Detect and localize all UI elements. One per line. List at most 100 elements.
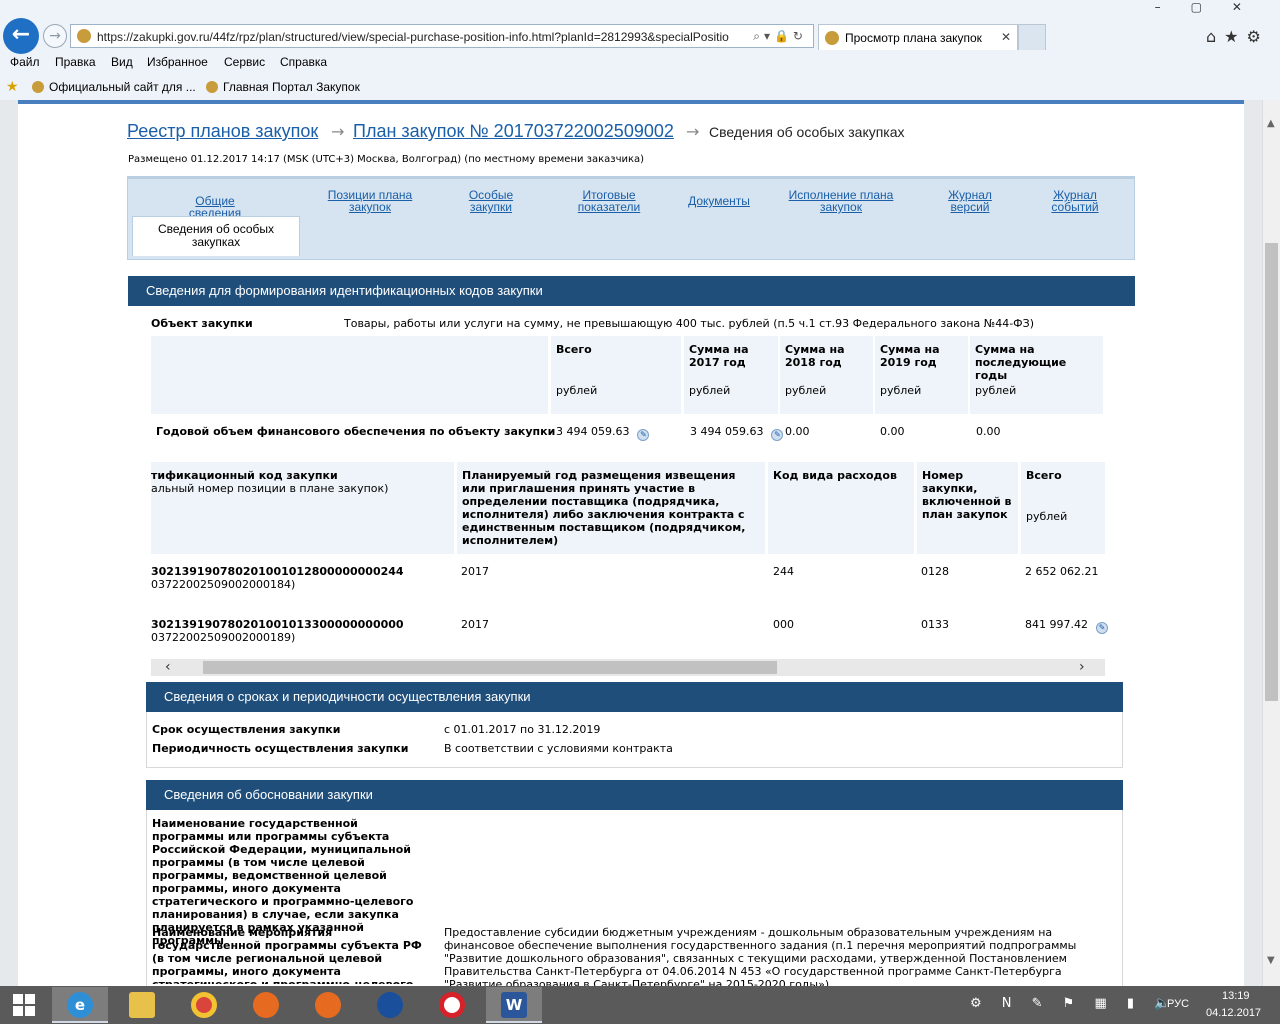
- taskbar-word[interactable]: W: [486, 987, 542, 1023]
- opera-icon: [439, 992, 465, 1018]
- scroll-up-icon[interactable]: ▲: [1267, 118, 1275, 129]
- window-controls[interactable]: –▢✕: [1155, 0, 1272, 14]
- taskbar: e W ⚙ N ✎ ⚑ ▦ ▮ 🔈 РУС 13:19 04.12.2017: [0, 986, 1280, 1024]
- search-lock-refresh-icons[interactable]: ⌕▾🔒↻: [753, 29, 807, 44]
- tab-close-icon[interactable]: ✕: [1001, 30, 1011, 44]
- tab-title: Просмотр плана закупок: [845, 31, 982, 45]
- tabs-panel: Общие сведения Позиции плана закупок Осо…: [127, 176, 1135, 260]
- tab-execution[interactable]: Исполнение плана закупок: [785, 189, 897, 213]
- section-header-terms[interactable]: Сведения о сроках и периодичности осущес…: [146, 682, 1123, 712]
- address-bar[interactable]: https://zakupki.gov.ru/44fz/rpz/plan/str…: [70, 24, 814, 48]
- scroll-right-icon[interactable]: ›: [1079, 659, 1085, 675]
- system-tray-icons[interactable]: ⚙ N ✎ ⚑ ▦ ▮ 🔈: [970, 996, 1178, 1011]
- clock-date[interactable]: 04.12.2017: [1206, 1007, 1261, 1019]
- back-button[interactable]: ←: [3, 18, 39, 54]
- menu-view[interactable]: Вид: [111, 55, 133, 69]
- period-value: В соответствии с условиями контракта: [444, 742, 673, 755]
- kvr-cell: 244: [773, 565, 794, 578]
- emblem-icon: [206, 81, 218, 93]
- menu-bar: Файл Правка Вид Избранное Сервис Справка: [0, 52, 1280, 72]
- finance-header-total: Всего рублей: [551, 336, 681, 414]
- year-cell: 2017: [461, 565, 489, 578]
- scroll-thumb[interactable]: [1265, 243, 1278, 701]
- browser-chrome: –▢✕ ← → https://zakupki.gov.ru/44fz/rpz/…: [0, 0, 1280, 100]
- taskbar-opera[interactable]: [424, 987, 480, 1023]
- code-cell: 302139190780201001013300000000000: [151, 618, 404, 631]
- breadcrumb-current: Сведения об особых закупках: [709, 124, 905, 140]
- code-sub-cell: 03722002509002000189): [151, 631, 296, 644]
- favorite-link-1[interactable]: Официальный сайт для ...: [32, 80, 196, 94]
- finance-header-2019: Сумма на 2019 год рублей: [875, 336, 968, 414]
- event-label: Наименование мероприятия государственной…: [152, 926, 422, 984]
- posted-date: Размещено 01.12.2017 14:17 (MSK (UTC+3) …: [128, 154, 645, 165]
- tab-totals[interactable]: Итоговые показатели: [574, 189, 644, 213]
- windows-start-button[interactable]: [0, 986, 48, 1024]
- codes-header-number: Номер закупки, включенной в план закупок: [917, 462, 1018, 554]
- finance-2018: 0.00: [785, 425, 810, 438]
- home-favorites-settings-icons[interactable]: ⌂★⚙: [1206, 27, 1269, 46]
- edit-pencil-icon[interactable]: ✎: [1095, 622, 1108, 634]
- code-cell: 302139190780201001012800000000244: [151, 565, 404, 578]
- tab-events[interactable]: Журнал событий: [1045, 189, 1105, 213]
- menu-edit[interactable]: Правка: [55, 55, 96, 69]
- breadcrumb-plan-link[interactable]: План закупок № 201703722002509002: [353, 121, 674, 142]
- taskbar-chrome[interactable]: [176, 987, 232, 1023]
- total-cell: 841 997.42 ✎: [1025, 618, 1108, 634]
- period-label: Периодичность осуществления закупки: [152, 742, 409, 755]
- section-header-justification[interactable]: Сведения об обосновании закупки: [146, 780, 1123, 810]
- codes-header-total: Всего рублей: [1021, 462, 1105, 554]
- favorite-link-2[interactable]: Главная Портал Закупок: [206, 80, 360, 94]
- taskbar-globe-app[interactable]: [362, 987, 418, 1023]
- new-tab-button[interactable]: [1018, 24, 1046, 50]
- tab-emblem-icon: [825, 31, 839, 45]
- taskbar-firefox[interactable]: [238, 987, 294, 1023]
- finance-header-2017: Сумма на 2017 год рублей: [684, 336, 778, 414]
- section-header-ident-codes[interactable]: Сведения для формирования идентификацион…: [128, 276, 1135, 306]
- tab-special-info-current[interactable]: Сведения об особых закупках: [132, 216, 300, 256]
- edit-pencil-icon[interactable]: ✎: [637, 429, 650, 441]
- finance-row-label: Годовой объем финансового обеспечения по…: [156, 425, 556, 438]
- breadcrumb-registry-link[interactable]: Реестр планов закупок: [127, 121, 318, 142]
- chrome-icon: [191, 992, 217, 1018]
- edit-pencil-icon[interactable]: ✎: [771, 429, 784, 441]
- scroll-left-icon[interactable]: ‹: [165, 659, 171, 675]
- word-icon: W: [501, 992, 527, 1018]
- object-label: Объект закупки: [151, 317, 253, 330]
- tab-positions[interactable]: Позиции плана закупок: [320, 189, 420, 213]
- page-viewport: Реестр планов закупок → План закупок № 2…: [0, 100, 1262, 986]
- tab-documents[interactable]: Документы: [686, 195, 752, 207]
- favorites-bar: Официальный сайт для ... Главная Портал …: [0, 76, 1280, 98]
- finance-header-later: Сумма на последующие годы рублей: [970, 336, 1103, 414]
- clock-time[interactable]: 13:19: [1222, 990, 1250, 1002]
- finance-total: 3 494 059.63 ✎: [556, 425, 650, 441]
- tab-special[interactable]: Особые закупки: [461, 189, 521, 213]
- browser-tab-active[interactable]: Просмотр плана закупок ✕: [818, 24, 1018, 50]
- menu-help[interactable]: Справка: [280, 55, 327, 69]
- number-cell: 0133: [921, 618, 949, 631]
- menu-file[interactable]: Файл: [10, 55, 40, 69]
- menu-tools[interactable]: Сервис: [224, 55, 265, 69]
- finance-2017: 3 494 059.63 ✎: [690, 425, 784, 441]
- total-cell: 2 652 062.21: [1025, 565, 1099, 578]
- breadcrumb-arrow-icon: →: [331, 122, 345, 141]
- taskbar-ie[interactable]: e: [52, 987, 108, 1023]
- codes-header-code: тификационный код закупки альный номер п…: [151, 462, 454, 554]
- taskbar-explorer[interactable]: [114, 987, 170, 1023]
- forward-button[interactable]: →: [43, 24, 67, 48]
- address-url[interactable]: https://zakupki.gov.ru/44fz/rpz/plan/str…: [97, 30, 747, 44]
- folder-icon: [129, 992, 155, 1018]
- term-label: Срок осуществления закупки: [152, 723, 341, 736]
- emblem-icon: [32, 81, 44, 93]
- codes-header-kvr: Код вида расходов: [768, 462, 914, 554]
- page-vertical-scrollbar[interactable]: ▲ ▼: [1262, 100, 1280, 986]
- taskbar-firefox-2[interactable]: [300, 987, 356, 1023]
- scroll-down-icon[interactable]: ▼: [1267, 955, 1275, 966]
- scroll-thumb[interactable]: [203, 661, 777, 674]
- language-indicator[interactable]: РУС: [1167, 998, 1189, 1010]
- object-value: Товары, работы или услуги на сумму, не п…: [344, 317, 1034, 330]
- breadcrumb-arrow-icon: →: [686, 122, 700, 141]
- tab-versions[interactable]: Журнал версий: [940, 189, 1000, 213]
- table-horizontal-scrollbar[interactable]: ‹ ›: [151, 659, 1105, 676]
- menu-favorites[interactable]: Избранное: [147, 55, 208, 69]
- codes-header-year: Планируемый год размещения извещения или…: [457, 462, 765, 554]
